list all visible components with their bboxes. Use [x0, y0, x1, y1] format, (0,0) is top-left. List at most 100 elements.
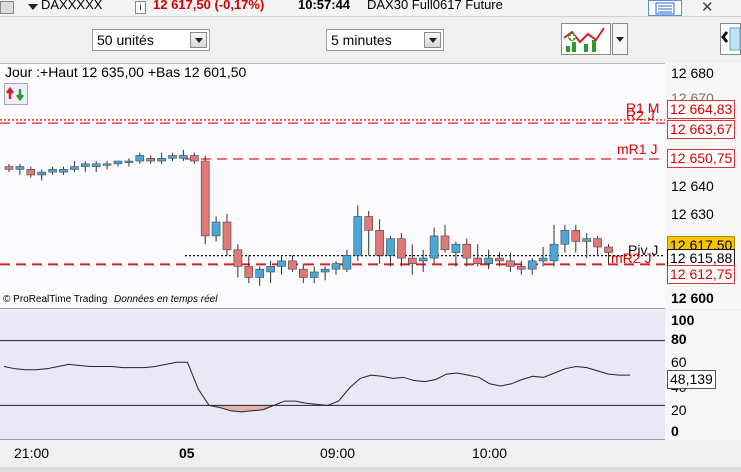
price-tick: 12 680 [671, 65, 714, 81]
info-icon[interactable]: i [135, 1, 146, 14]
candle-body [375, 230, 384, 256]
candle-body [397, 238, 406, 259]
indicator-axis[interactable]: 100 80 60 40 20 0 48,139 [665, 311, 741, 440]
price-change: 12 617,50 (-0,17%) [153, 0, 265, 12]
mr2j-price-tag: 12 612,75 [667, 265, 736, 284]
candle-body [200, 160, 210, 237]
candle-body [233, 249, 243, 267]
candle-body [364, 216, 374, 231]
candle-body [222, 221, 232, 251]
candle-body [37, 171, 47, 176]
candle-body [418, 257, 428, 262]
keyboard-icon[interactable] [648, 0, 682, 16]
candle-body [277, 260, 286, 267]
copyright-label: © ProRealTime Trading [3, 294, 108, 305]
time-tick: 05 [179, 445, 195, 461]
candle-body [571, 230, 581, 242]
realtime-note: Données en temps réel [114, 294, 218, 305]
candle-body [288, 260, 297, 270]
candle-body [135, 155, 145, 162]
symbol-name[interactable]: DAXXXXX [41, 0, 102, 12]
refresh-button[interactable] [4, 83, 28, 105]
candle-body [81, 163, 90, 167]
candle-body [91, 163, 101, 167]
candle-body [429, 235, 439, 259]
mr1j-price-tag: 12 650,75 [667, 149, 736, 168]
r2j-label: R2 J [626, 107, 655, 123]
time-axis[interactable]: 21:00 05 09:00 10:00 [0, 440, 741, 472]
candle-body [440, 235, 450, 251]
indicators-icon [563, 27, 605, 52]
candle-body [593, 238, 602, 248]
indicator-tick: 100 [671, 312, 695, 328]
candle-body [560, 230, 570, 245]
candle-body [15, 166, 25, 170]
candle-body [157, 157, 166, 162]
candle-body [59, 169, 68, 173]
window-icon[interactable] [0, 1, 14, 14]
candle-body [70, 166, 79, 170]
indicator-tick: 80 [671, 331, 687, 347]
candle-body [484, 257, 493, 264]
candle-body [451, 243, 461, 253]
units-select[interactable]: 50 unités [92, 29, 210, 51]
indicator-plot[interactable] [0, 311, 665, 439]
time-tick: 21:00 [14, 445, 50, 461]
candle-body [4, 166, 14, 170]
chart-toolbar: 50 unités 5 minutes [0, 17, 741, 63]
chevron-down-icon[interactable] [190, 32, 207, 48]
day-high-low-info: Jour :+Haut 12 635,00 +Bas 12 601,50 [5, 64, 247, 80]
candle-body [516, 266, 526, 270]
candle-body [255, 268, 264, 278]
mr2j-label: mR2 J [611, 250, 652, 266]
candle-body [124, 160, 134, 163]
candle-body [407, 257, 417, 264]
candlestick-plot[interactable] [0, 64, 665, 308]
interval-select-label: 5 minutes [331, 32, 392, 48]
indicator-tick: 0 [671, 423, 679, 439]
candle-body [342, 255, 352, 270]
candle-body [146, 157, 155, 162]
mr1j-label: mR1 J [617, 141, 658, 157]
units-select-label: 50 unités [97, 32, 154, 48]
price-tick: 12 640 [671, 178, 714, 194]
chevron-down-icon[interactable] [424, 32, 441, 48]
candle-body [190, 155, 199, 162]
candle-body [309, 271, 319, 278]
side-panel-button[interactable] [720, 23, 741, 55]
candle-body [211, 221, 221, 237]
price-axis[interactable]: 12 680 12 670 12 640 12 630 12 600 12 66… [665, 63, 741, 309]
indicator-chart[interactable] [0, 311, 665, 440]
interval-select[interactable]: 5 minutes [326, 29, 444, 51]
oversold-fill [209, 405, 274, 412]
clock-time: 10:57:44 [298, 0, 351, 12]
price-tick: 12 630 [671, 206, 714, 222]
arrows-icon [721, 27, 741, 51]
copyright-text: © ProRealTime Trading Données en temps r… [3, 294, 217, 305]
candle-body [506, 260, 515, 267]
time-tick: 09:00 [320, 445, 356, 461]
price-chart[interactable]: Jour :+Haut 12 635,00 +Bas 12 601,50 © P… [0, 63, 665, 309]
indicator-value-tag: 48,139 [667, 370, 716, 389]
r1m-price-tag: 12 664,83 [667, 100, 736, 119]
indicator-tick: 60 [671, 354, 687, 370]
candle-body [48, 169, 57, 173]
price-tick: 12 600 [671, 290, 714, 306]
candle-body [113, 160, 123, 165]
time-tick: 10:00 [472, 445, 508, 461]
candle-body [298, 268, 308, 278]
candle-body [386, 238, 395, 256]
close-icon[interactable]: ✕ [701, 0, 714, 16]
candle-body [582, 238, 592, 242]
candle-body [102, 163, 112, 166]
candle-body [179, 155, 188, 159]
indicators-dropdown[interactable] [612, 23, 628, 55]
horizontal-scrollbar[interactable] [0, 467, 741, 472]
candle-body [538, 257, 548, 262]
r2j-price-tag: 12 663,67 [667, 120, 736, 139]
indicators-button[interactable] [561, 23, 611, 55]
candle-body [495, 257, 504, 262]
candle-body [462, 243, 472, 259]
symbol-dropdown-icon[interactable] [28, 4, 38, 10]
candle-body [320, 268, 330, 273]
